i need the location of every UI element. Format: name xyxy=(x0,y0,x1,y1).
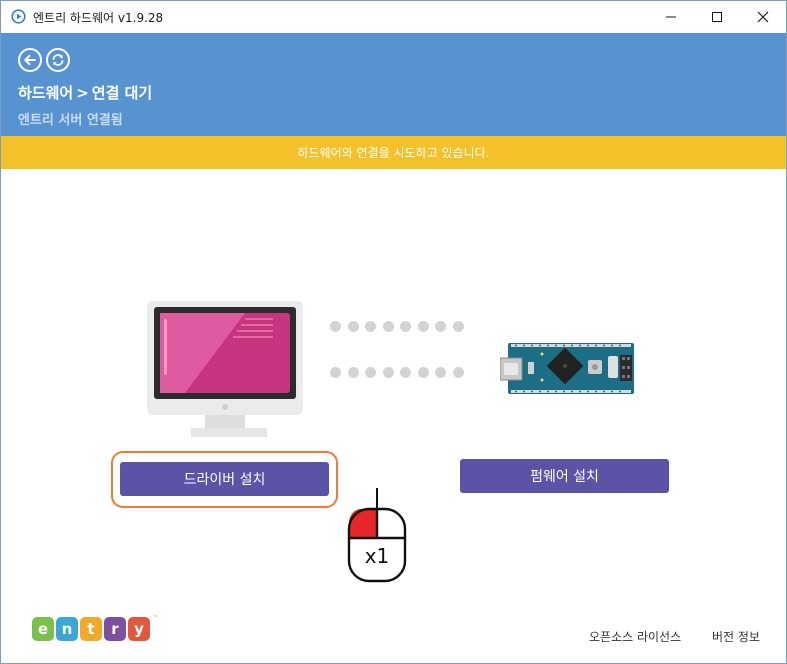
logo-letter: e xyxy=(32,617,54,641)
connection-dot xyxy=(330,321,341,332)
connection-dot xyxy=(382,367,394,378)
logo-letter: t xyxy=(80,617,102,641)
title-bar[interactable]: 엔트리 하드웨어 v1.9.28 xyxy=(1,1,786,33)
app-window: 엔트리 하드웨어 v1.9.28 하드웨어 > 연결 대기 엔트리 서버 연결됨… xyxy=(0,0,787,664)
logo-letter: y xyxy=(128,617,150,641)
click-count-label: x1 xyxy=(364,544,390,568)
refresh-icon xyxy=(52,54,64,66)
connection-dot xyxy=(417,321,429,332)
status-banner-text: 하드웨어와 연결을 시도하고 있습니다. xyxy=(297,146,490,160)
refresh-button[interactable] xyxy=(46,48,70,72)
back-button[interactable] xyxy=(18,48,42,72)
connection-dots-bottom xyxy=(330,367,464,379)
connection-dot xyxy=(347,367,359,378)
server-status: 엔트리 서버 연결됨 xyxy=(18,113,123,128)
breadcrumb-hardware: 하드웨어 xyxy=(18,84,74,102)
connection-dot xyxy=(382,321,394,332)
connection-dot xyxy=(417,367,429,378)
logo-letter: r xyxy=(104,617,126,641)
connection-dot xyxy=(365,321,377,332)
connection-dot xyxy=(452,321,464,332)
arduino-nano-board-icon xyxy=(500,343,634,394)
minimize-icon xyxy=(666,16,676,18)
connection-dot xyxy=(400,367,412,378)
open-source-license-link[interactable]: 오픈소스 라이선스 xyxy=(589,628,681,645)
connection-dot xyxy=(400,321,412,332)
breadcrumb: 하드웨어 > 연결 대기 xyxy=(18,82,152,103)
connection-dot xyxy=(347,321,359,332)
monitor-icon xyxy=(147,301,303,437)
install-firmware-button[interactable]: 펌웨어 설치 xyxy=(460,459,669,493)
connection-dot xyxy=(452,367,464,378)
logo-letter: n xyxy=(56,617,78,641)
window-title: 엔트리 하드웨어 v1.9.28 xyxy=(33,11,164,25)
logo-trademark: ™ xyxy=(153,615,158,621)
version-info-link[interactable]: 버전 정보 xyxy=(712,628,760,645)
maximize-icon xyxy=(712,12,722,22)
entry-logo: e n t r y ™ xyxy=(32,615,158,643)
maximize-button[interactable] xyxy=(694,1,740,33)
arrow-left-icon xyxy=(24,54,36,66)
close-button[interactable] xyxy=(740,1,786,33)
connection-dots-top xyxy=(330,321,464,333)
status-banner: 하드웨어와 연결을 시도하고 있습니다. xyxy=(1,136,786,169)
connection-dot xyxy=(435,321,447,332)
play-circle-icon xyxy=(11,9,26,24)
breadcrumb-separator: > xyxy=(76,84,89,102)
mouse-left-click-icon xyxy=(347,488,407,583)
connection-dot xyxy=(435,367,447,378)
connection-dot xyxy=(330,367,341,378)
minimize-button[interactable] xyxy=(648,1,694,33)
close-icon xyxy=(757,11,769,23)
page-title: 연결 대기 xyxy=(91,84,153,102)
install-driver-button[interactable]: 드라이버 설치 xyxy=(120,462,329,496)
connection-dot xyxy=(365,367,377,378)
header-panel: 하드웨어 > 연결 대기 엔트리 서버 연결됨 xyxy=(1,33,786,136)
